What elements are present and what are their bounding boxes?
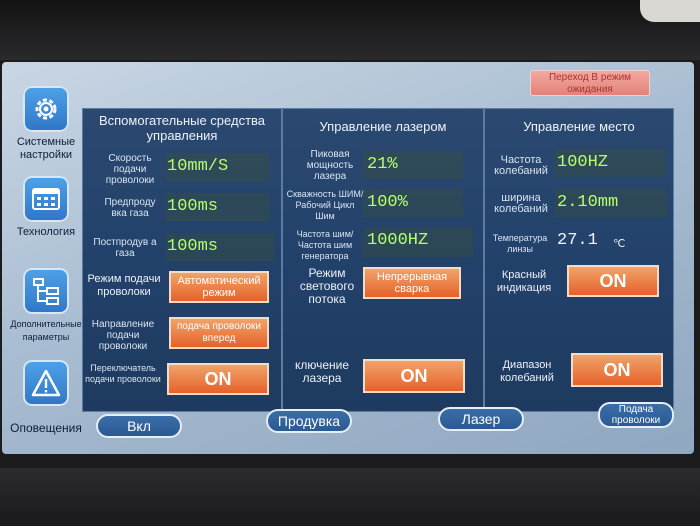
aux-panel-title: Вспомогательные средства управления (98, 113, 266, 143)
place-control-panel: Управление место Частота колебаний 100HZ… (484, 108, 674, 412)
pwm-freq-label: Частота шим/ Частота шим генератора (296, 229, 354, 261)
pwm-freq-value: 1000HZ (367, 231, 429, 250)
sidebar-label: Дополнительные параметры (10, 319, 82, 342)
post-gas-value: 100ms (167, 237, 219, 256)
feed-switch-label: Переключатель подачи проволоки (85, 363, 161, 384)
lens-temp-value: 27.1 (557, 231, 598, 250)
pre-gas-label: Предпроду вка газа (104, 197, 156, 219)
grid-icon (23, 176, 69, 222)
place-panel-title: Управление место (523, 119, 635, 134)
laser-panel-title: Управление лазером (319, 119, 447, 134)
osc-width-label: ширина колебаний (494, 192, 548, 215)
aux-control-panel: Вспомогательные средства управления Скор… (82, 108, 282, 412)
lens-temp-label: Температура линзы (492, 233, 548, 254)
peak-power-value: 21% (367, 155, 398, 174)
peak-power-label: Пиковая мощность лазера (306, 149, 354, 182)
osc-freq-value: 100HZ (557, 153, 609, 172)
lens-temp-unit: ℃ (613, 239, 626, 251)
bezel-corner-label (640, 0, 700, 22)
laser-enable-label: ключение лазера (294, 358, 350, 385)
beam-mode-label: Режим светового потока (299, 266, 355, 306)
sidebar-label: Оповещения (10, 421, 82, 435)
feed-switch-on-button[interactable]: ON (167, 363, 269, 395)
wire-speed-label: Скорость подачи проволоки (105, 153, 155, 186)
duty-cycle-label: Скважность ШИМ/Рабочий Цикл Шим (286, 189, 364, 221)
sidebar-item-extra-params[interactable]: Дополнительные параметры (8, 268, 84, 344)
duty-cycle-value: 100% (367, 193, 408, 212)
red-indication-on-button[interactable]: ON (567, 265, 659, 297)
sidebar-item-alerts[interactable]: Оповещения (8, 360, 84, 435)
sidebar-item-technology[interactable]: Технология (8, 176, 84, 239)
hmi-screen: Переход В режим ожидания Системные настр… (2, 62, 694, 454)
device-bezel-bottom (0, 468, 700, 526)
gear-icon (23, 86, 69, 132)
wire-feed-button[interactable]: Подача проволоки (598, 402, 674, 428)
laser-enable-on-button[interactable]: ON (363, 359, 465, 393)
on-button[interactable]: Вкл (96, 414, 182, 438)
tree-icon (23, 268, 69, 314)
warning-icon (23, 360, 69, 406)
red-indication-label: Красный индикация (496, 269, 552, 294)
feed-mode-button[interactable]: Автоматический режим (169, 271, 269, 303)
wire-speed-value: 10mm/S (167, 157, 229, 176)
standby-notification-button[interactable]: Переход В режим ожидания (530, 70, 650, 96)
sidebar-item-system-settings[interactable]: Системные настройки (8, 86, 84, 162)
osc-width-value: 2.10mm (557, 193, 619, 212)
beam-mode-button[interactable]: Непрерывная сварка (363, 267, 461, 299)
sidebar-label: Технология (16, 226, 76, 238)
laser-control-panel: Управление лазером Пиковая мощность лазе… (282, 108, 484, 412)
osc-range-label: Диапазон колебаний (500, 359, 554, 384)
feed-direction-label: Направление подачи проволоки (91, 319, 155, 352)
purge-button[interactable]: Продувка (266, 409, 352, 433)
laser-button[interactable]: Лазер (438, 407, 524, 431)
feed-mode-label: Режим подачи проволоки (87, 273, 161, 298)
post-gas-label: Постпродув а газа (93, 237, 157, 259)
pre-gas-value: 100ms (167, 197, 219, 216)
sidebar-label: Системные настройки (16, 136, 76, 161)
osc-range-on-button[interactable]: ON (571, 353, 663, 387)
feed-direction-button[interactable]: подача проволоки вперед (169, 317, 269, 349)
osc-freq-label: Частота колебаний (494, 154, 548, 177)
device-bezel-top (0, 0, 700, 60)
